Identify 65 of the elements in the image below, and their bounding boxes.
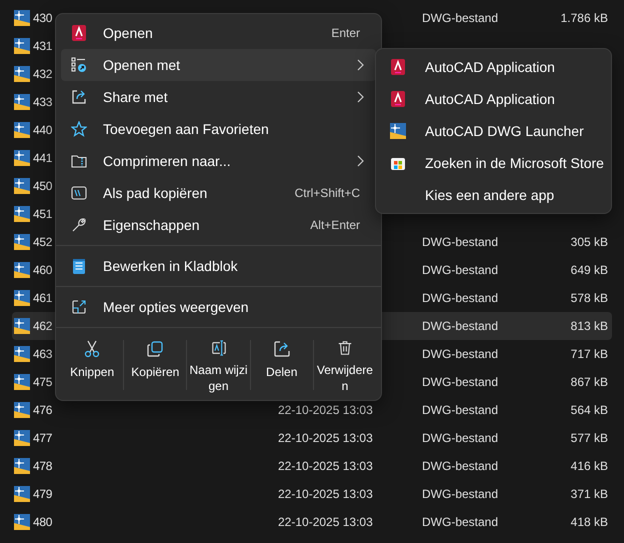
file-type: DWG-bestand (422, 431, 498, 445)
file-name: 462 (33, 319, 52, 333)
file-type: DWG-bestand (422, 11, 498, 25)
file-name: 477 (33, 431, 52, 445)
shortcut-text: Alt+Enter (310, 218, 360, 232)
shortcut-text: Enter (331, 26, 360, 40)
file-type: DWG-bestand (422, 375, 498, 389)
file-type: DWG-bestand (422, 403, 498, 417)
file-name: 432 (33, 67, 52, 81)
menu-item-label: Zoeken in de Microsoft Store (425, 155, 604, 171)
file-size: 577 kB (570, 431, 608, 445)
menu-item-label: AutoCAD Application (425, 59, 556, 75)
file-type: DWG-bestand (422, 263, 498, 277)
menu-item-label: Toevoegen aan Favorieten (103, 121, 270, 137)
file-size: 867 kB (570, 375, 608, 389)
file-type: DWG-bestand (422, 291, 498, 305)
file-size: 416 kB (570, 459, 608, 473)
file-size: 1.786 kB (560, 11, 608, 25)
file-type: DWG-bestand (422, 459, 498, 473)
menu-item-label: Eigenschappen (103, 217, 201, 233)
file-name: 430 (33, 11, 52, 25)
file-name: 463 (33, 347, 52, 361)
file-name: 461 (33, 291, 52, 305)
file-type: DWG-bestand (422, 319, 498, 333)
file-date: 22-10-2025 13:03 (278, 487, 373, 501)
file-name: 431 (33, 39, 52, 53)
file-size: 418 kB (570, 515, 608, 529)
file-name: 476 (33, 403, 52, 417)
menu-item-label: Share met (103, 89, 169, 105)
file-name: 450 (33, 179, 52, 193)
menu-item-label: Bewerken in Kladblok (103, 258, 239, 274)
menu-item-label: AutoCAD DWG Launcher (425, 123, 585, 139)
file-date: 22-10-2025 13:03 (278, 403, 373, 417)
file-size: 564 kB (570, 403, 608, 417)
file-type: DWG-bestand (422, 347, 498, 361)
file-size: 813 kB (570, 319, 608, 333)
file-date: 22-10-2025 13:03 (278, 459, 373, 473)
file-name: 451 (33, 207, 52, 221)
menu-item-label: Meer opties weergeven (103, 299, 250, 315)
file-name: 460 (33, 263, 52, 277)
file-name: 480 (33, 515, 52, 529)
menu-item-label: Kies een andere app (425, 187, 556, 203)
file-date: 22-10-2025 13:03 (278, 431, 373, 445)
file-type: DWG-bestand (422, 487, 498, 501)
file-size: 371 kB (570, 487, 608, 501)
menu-item-label: Comprimeren naar... (103, 153, 232, 169)
file-name: 475 (33, 375, 52, 389)
file-type: DWG-bestand (422, 515, 498, 529)
file-name: 452 (33, 235, 52, 249)
file-size: 649 kB (570, 263, 608, 277)
file-name: 479 (33, 487, 52, 501)
file-name: 440 (33, 123, 52, 137)
file-size: 578 kB (570, 291, 608, 305)
file-type: DWG-bestand (422, 235, 498, 249)
file-date: 22-10-2025 13:03 (278, 515, 373, 529)
file-name: 478 (33, 459, 52, 473)
menu-item-label: Als pad kopiëren (103, 185, 208, 201)
file-name: 433 (33, 95, 52, 109)
file-name: 441 (33, 151, 52, 165)
menu-item-label: Openen (103, 25, 154, 41)
menu-item-label: Openen met (103, 57, 182, 73)
file-size: 305 kB (570, 235, 608, 249)
shortcut-text: Ctrl+Shift+C (294, 186, 360, 200)
menu-item-label: AutoCAD Application (425, 91, 556, 107)
file-size: 717 kB (570, 347, 608, 361)
